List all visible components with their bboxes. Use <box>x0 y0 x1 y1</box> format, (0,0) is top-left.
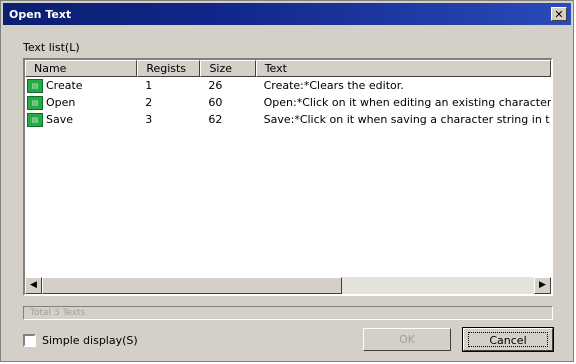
close-icon[interactable]: ✕ <box>551 7 567 21</box>
scroll-left-icon[interactable]: ◀ <box>25 277 42 294</box>
title-bar[interactable]: Open Text ✕ <box>3 3 571 25</box>
list-item-name: Save <box>46 113 74 126</box>
list-item-name: Open <box>46 96 76 109</box>
text-document-icon: ▤ <box>27 95 43 110</box>
simple-display-label: Simple display(S) <box>42 334 138 347</box>
simple-display-option[interactable]: Simple display(S) <box>23 334 138 347</box>
text-document-icon: ▤ <box>27 78 43 93</box>
cancel-button-label: Cancel <box>468 332 548 347</box>
list-item-text: Create:*Clears the editor. <box>263 79 404 92</box>
list-item-name-cell: ▤ Save <box>25 111 137 128</box>
horizontal-scrollbar[interactable]: ◀ ▶ <box>25 277 551 294</box>
column-header-regists[interactable]: Regists <box>137 60 201 77</box>
list-item[interactable]: ▤ Create 1 26 Create:*Clears the editor. <box>25 77 551 94</box>
scroll-right-icon[interactable]: ▶ <box>534 277 551 294</box>
window-title: Open Text <box>9 7 72 21</box>
list-item-name-cell: ▤ Open <box>25 94 137 111</box>
list-item-size: 26 <box>208 79 223 92</box>
list-item-regist: 2 <box>145 96 153 109</box>
list-item-size: 62 <box>208 113 223 126</box>
open-text-dialog: Open Text ✕ Text list(L) Name Regists Si… <box>0 0 574 362</box>
list-item-text: Open:*Click on it when editing an existi… <box>263 96 552 109</box>
text-list[interactable]: Name Regists Size Text ▤ Create 1 26 Cre… <box>23 58 553 296</box>
list-item-size: 60 <box>208 96 223 109</box>
list-item-regist: 3 <box>145 113 153 126</box>
scrollbar-thumb[interactable] <box>42 277 342 294</box>
list-item-text: Save:*Click on it when saving a characte… <box>263 113 550 126</box>
ok-button[interactable]: OK <box>363 328 451 351</box>
list-item-name: Create <box>46 79 83 92</box>
list-item[interactable]: ▤ Open 2 60 Open:*Click on it when editi… <box>25 94 551 111</box>
list-item-regist: 1 <box>145 79 153 92</box>
list-item-name-cell: ▤ Create <box>25 77 137 94</box>
column-header-text[interactable]: Text <box>255 60 551 77</box>
scrollbar-track[interactable] <box>42 277 534 294</box>
list-item[interactable]: ▤ Save 3 62 Save:*Click on it when savin… <box>25 111 551 128</box>
column-header-size[interactable]: Size <box>200 60 256 77</box>
cancel-button[interactable]: Cancel <box>462 327 554 352</box>
status-text: Total 3 Texts <box>23 306 553 320</box>
list-header: Name Regists Size Text <box>25 60 551 77</box>
text-list-label: Text list(L) <box>23 41 80 54</box>
simple-display-checkbox[interactable] <box>23 334 36 347</box>
column-header-name[interactable]: Name <box>25 60 138 77</box>
text-document-icon: ▤ <box>27 112 43 127</box>
